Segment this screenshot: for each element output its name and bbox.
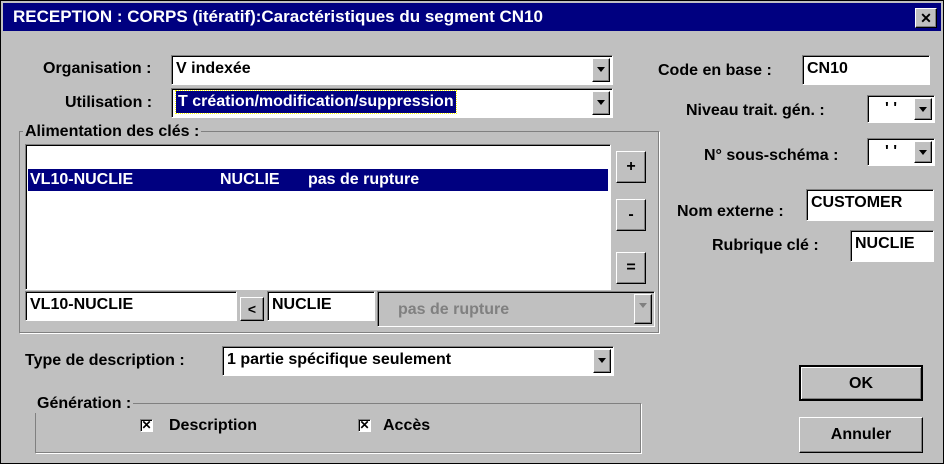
alimentation-label: Alimentation des clés : — [23, 123, 202, 141]
organisation-value: V indexée — [176, 60, 251, 77]
type-description-dropdown-button[interactable] — [593, 349, 611, 373]
description-label: Description — [169, 417, 258, 434]
utilisation-label: Utilisation : — [65, 94, 153, 111]
organisation-label: Organisation : — [43, 60, 152, 77]
sous-schema-dropdown-button[interactable] — [914, 141, 932, 163]
nom-externe-input[interactable]: CUSTOMER — [806, 189, 934, 221]
utilisation-value: T création/modification/suppression — [175, 90, 457, 114]
rubrique-cle-input[interactable]: NUCLIE — [850, 230, 934, 262]
list-item-key: VL10-NUCLIE — [30, 171, 134, 188]
key-edit-input[interactable]: VL10-NUCLIE — [25, 291, 237, 321]
niveau-select[interactable]: ' ' — [867, 95, 935, 123]
rupture-dropdown-button[interactable] — [634, 294, 652, 324]
keys-list[interactable]: VL10-NUCLIE NUCLIE pas de rupture — [25, 144, 611, 290]
niveau-label: Niveau trait. gén. : — [686, 102, 825, 119]
generation-label: Génération : — [35, 395, 134, 413]
sous-schema-select[interactable]: ' ' — [867, 138, 935, 166]
acces-label: Accès — [383, 417, 431, 434]
code-en-base-input[interactable]: CN10 — [802, 55, 930, 85]
description-checkbox[interactable]: ✕ — [140, 419, 153, 432]
list-item-rupture: pas de rupture — [308, 171, 420, 188]
close-icon: ✕ — [920, 10, 932, 26]
add-button[interactable]: + — [616, 151, 646, 183]
field-edit-input[interactable]: NUCLIE — [267, 291, 375, 321]
organisation-dropdown-button[interactable] — [592, 58, 610, 82]
equal-button[interactable]: = — [616, 252, 646, 284]
nom-externe-label: Nom externe : — [677, 203, 784, 220]
title-bar[interactable]: RECEPTION : CORPS (itératif):Caractérist… — [3, 3, 941, 31]
cancel-button[interactable]: Annuler — [799, 417, 923, 453]
rubrique-cle-label: Rubrique clé : — [712, 237, 819, 254]
type-description-select[interactable]: 1 partie spécifique seulement — [222, 346, 614, 376]
remove-button[interactable]: - — [616, 199, 646, 231]
niveau-dropdown-button[interactable] — [914, 98, 932, 120]
list-item-field: NUCLIE — [220, 171, 280, 188]
acces-checkbox[interactable]: ✕ — [358, 419, 371, 432]
organisation-select[interactable]: V indexée — [171, 55, 613, 85]
window-title: RECEPTION : CORPS (itératif):Caractérist… — [13, 7, 543, 26]
list-item[interactable]: VL10-NUCLIE NUCLIE pas de rupture — [28, 169, 608, 191]
dialog-window: RECEPTION : CORPS (itératif):Caractérist… — [0, 0, 944, 464]
rupture-select[interactable]: pas de rupture — [377, 291, 655, 327]
close-button[interactable]: ✕ — [915, 8, 937, 28]
utilisation-dropdown-button[interactable] — [592, 91, 610, 115]
ok-button[interactable]: OK — [799, 365, 923, 401]
sous-schema-label: N° sous-schéma : — [704, 147, 839, 164]
arrow-left-button[interactable]: < — [240, 297, 264, 321]
type-description-label: Type de description : — [25, 352, 185, 369]
code-en-base-label: Code en base : — [658, 62, 772, 79]
utilisation-select[interactable]: T création/modification/suppression — [171, 88, 613, 118]
arrow-left-icon: < — [247, 301, 257, 317]
